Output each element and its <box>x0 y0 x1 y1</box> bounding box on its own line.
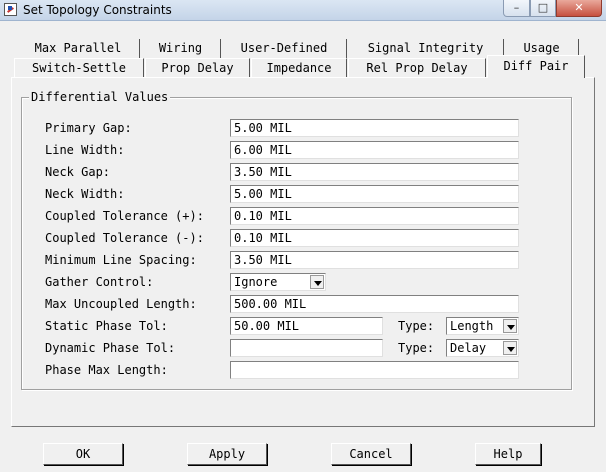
help-button[interactable]: Help <box>475 443 541 465</box>
apply-button[interactable]: Apply <box>187 443 267 465</box>
dynamic-phase-type-label: Type: <box>398 341 435 355</box>
phase-max-length-field[interactable] <box>230 361 519 379</box>
static-phase-tol-label: Static Phase Tol: <box>45 319 168 333</box>
static-phase-type-label: Type: <box>398 319 435 333</box>
dynamic-phase-type-value: Delay <box>450 341 487 355</box>
coupled-tolerance-minus-label: Coupled Tolerance (-): <box>45 231 204 245</box>
tab-rel-prop-delay[interactable]: Rel Prop Delay <box>348 58 486 78</box>
minimize-button[interactable]: – <box>503 0 530 17</box>
title-bar: Set Topology Constraints – □ ✕ <box>0 0 606 21</box>
tab-prop-delay[interactable]: Prop Delay <box>145 58 250 78</box>
neck-width-label: Neck Width: <box>45 187 125 201</box>
dynamic-phase-tol-label: Dynamic Phase Tol: <box>45 341 176 355</box>
window-title: Set Topology Constraints <box>23 3 172 17</box>
tab-max-parallel[interactable]: Max Parallel <box>17 39 140 59</box>
primary-gap-field[interactable]: 5.00 MIL <box>230 119 519 137</box>
coupled-tolerance-plus-label: Coupled Tolerance (+): <box>45 209 204 223</box>
line-width-label: Line Width: <box>45 143 125 157</box>
coupled-tolerance-minus-field[interactable]: 0.10 MIL <box>230 229 519 247</box>
neck-gap-field[interactable]: 3.50 MIL <box>230 163 519 181</box>
dynamic-phase-type-dropdown[interactable]: Delay <box>446 339 519 357</box>
tab-impedance[interactable]: Impedance <box>251 58 347 78</box>
neck-width-field[interactable]: 5.00 MIL <box>230 185 519 203</box>
tab-user-defined[interactable]: User-Defined <box>222 39 347 59</box>
max-uncoupled-length-label: Max Uncoupled Length: <box>45 297 197 311</box>
minimum-line-spacing-label: Minimum Line Spacing: <box>45 253 197 267</box>
static-phase-type-dropdown[interactable]: Length <box>446 317 519 335</box>
gather-control-value: Ignore <box>234 275 278 289</box>
tab-wiring[interactable]: Wiring <box>141 39 221 59</box>
max-uncoupled-length-field[interactable]: 500.00 MIL <box>230 295 519 313</box>
group-title: Differential Values <box>29 90 171 104</box>
primary-gap-label: Primary Gap: <box>45 121 132 135</box>
line-width-field[interactable]: 6.00 MIL <box>230 141 519 159</box>
neck-gap-label: Neck Gap: <box>45 165 111 179</box>
close-button[interactable]: ✕ <box>556 0 602 17</box>
dynamic-phase-tol-field[interactable] <box>230 339 383 357</box>
minimum-line-spacing-field[interactable]: 3.50 MIL <box>230 251 519 269</box>
app-icon <box>4 3 17 16</box>
maximize-button[interactable]: □ <box>530 0 556 17</box>
static-phase-tol-field[interactable]: 50.00 MIL <box>230 317 383 335</box>
coupled-tolerance-plus-field[interactable]: 0.10 MIL <box>230 207 519 225</box>
tab-signal-integrity[interactable]: Signal Integrity <box>348 39 504 59</box>
static-phase-type-value: Length <box>450 319 494 333</box>
gather-control-label: Gather Control: <box>45 275 154 289</box>
tab-diff-pair[interactable]: Diff Pair <box>487 55 585 78</box>
chevron-down-icon[interactable] <box>503 341 517 355</box>
ok-button[interactable]: OK <box>43 443 123 465</box>
gather-control-dropdown[interactable]: Ignore <box>230 273 326 291</box>
chevron-down-icon[interactable] <box>503 319 517 333</box>
tab-switch-settle[interactable]: Switch-Settle <box>14 58 144 78</box>
phase-max-length-label: Phase Max Length: <box>45 363 168 377</box>
chevron-down-icon[interactable] <box>310 275 324 289</box>
cancel-button[interactable]: Cancel <box>331 443 411 465</box>
